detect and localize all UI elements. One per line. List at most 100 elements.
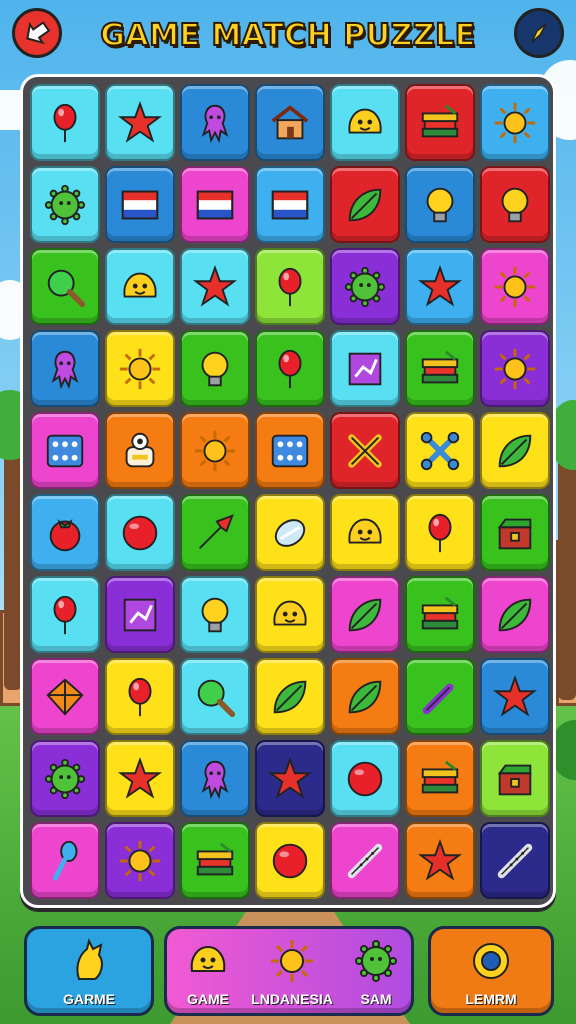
tile-ball[interactable] xyxy=(105,494,175,571)
tile-leaf[interactable] xyxy=(330,576,400,653)
magnifier-icon xyxy=(47,269,86,307)
tile-blob[interactable] xyxy=(105,248,175,325)
balloon-icon xyxy=(53,103,77,142)
squid-icon xyxy=(51,350,79,389)
tile-magnifier[interactable] xyxy=(30,248,100,325)
tile-dice[interactable] xyxy=(255,412,325,489)
robot-icon xyxy=(125,432,155,467)
tile-arrow[interactable] xyxy=(180,494,250,571)
arrow-icon xyxy=(198,513,234,549)
tile-books[interactable] xyxy=(405,740,475,817)
tile-cross[interactable] xyxy=(330,412,400,489)
germ-icon xyxy=(344,266,386,307)
tile-balloon[interactable] xyxy=(30,84,100,161)
tile-flag[interactable] xyxy=(180,166,250,243)
tile-ball[interactable] xyxy=(330,740,400,817)
tile-bulb[interactable] xyxy=(180,576,250,653)
tile-flag[interactable] xyxy=(255,166,325,243)
tomato-icon xyxy=(49,518,81,551)
tile-star[interactable] xyxy=(405,248,475,325)
tile-star[interactable] xyxy=(105,84,175,161)
bottom-item[interactable]: GAME xyxy=(173,937,243,1007)
house-icon xyxy=(271,104,309,139)
bottom-button-middle[interactable]: GAME LNDANESIA SAM xyxy=(164,926,414,1016)
tile-leaf[interactable] xyxy=(330,166,400,243)
tile-books[interactable] xyxy=(405,576,475,653)
tile-sun[interactable] xyxy=(480,330,550,407)
bulb-icon xyxy=(201,351,229,386)
tile-star[interactable] xyxy=(405,822,475,899)
tile-robot[interactable] xyxy=(105,412,175,489)
germ-icon xyxy=(352,937,400,989)
tile-blob[interactable] xyxy=(330,494,400,571)
germ-icon xyxy=(44,184,86,225)
tile-bulb[interactable] xyxy=(480,166,550,243)
tile-sun[interactable] xyxy=(105,330,175,407)
tile-map[interactable] xyxy=(105,576,175,653)
tile-balloon[interactable] xyxy=(30,576,100,653)
bottom-button-left[interactable]: GARME xyxy=(24,926,154,1016)
tile-sun[interactable] xyxy=(180,412,250,489)
tile-leaf[interactable] xyxy=(330,658,400,735)
claw-icon xyxy=(65,937,113,989)
flag-icon xyxy=(271,190,309,219)
tile-star[interactable] xyxy=(105,740,175,817)
back-button[interactable] xyxy=(12,8,62,58)
tile-sun[interactable] xyxy=(480,84,550,161)
tile-books[interactable] xyxy=(180,822,250,899)
bottom-button-right[interactable]: LEMRM xyxy=(428,926,554,1016)
tile-bulb[interactable] xyxy=(180,330,250,407)
tile-leaf[interactable] xyxy=(480,412,550,489)
dice-icon xyxy=(271,434,309,467)
tile-kite[interactable] xyxy=(30,658,100,735)
tile-blob[interactable] xyxy=(330,84,400,161)
tile-grid xyxy=(30,84,550,899)
bottom-item[interactable]: SAM xyxy=(341,937,411,1007)
tile-house[interactable] xyxy=(255,84,325,161)
tile-blob[interactable] xyxy=(255,576,325,653)
flag-icon xyxy=(196,190,234,219)
star-icon xyxy=(417,838,463,881)
tile-bulb[interactable] xyxy=(405,166,475,243)
tile-dice[interactable] xyxy=(30,412,100,489)
tile-ball[interactable] xyxy=(255,822,325,899)
bulb-icon xyxy=(501,187,529,222)
tile-magnifier[interactable] xyxy=(180,658,250,735)
tile-books[interactable] xyxy=(405,84,475,161)
tile-germ[interactable] xyxy=(30,166,100,243)
tile-sun[interactable] xyxy=(105,822,175,899)
tile-flag[interactable] xyxy=(105,166,175,243)
tile-balloon[interactable] xyxy=(255,248,325,325)
tile-balloon[interactable] xyxy=(255,330,325,407)
tile-leaf[interactable] xyxy=(255,658,325,735)
tile-germ[interactable] xyxy=(30,740,100,817)
tile-sun[interactable] xyxy=(480,248,550,325)
germ-icon xyxy=(355,940,397,982)
tile-books[interactable] xyxy=(405,330,475,407)
leaf-icon xyxy=(348,680,382,713)
tile-spoon[interactable] xyxy=(30,822,100,899)
tile-germ[interactable] xyxy=(330,248,400,325)
tile-tomato[interactable] xyxy=(30,494,100,571)
chest-icon xyxy=(497,764,532,795)
tile-chest[interactable] xyxy=(480,740,550,817)
tile-star[interactable] xyxy=(480,658,550,735)
tile-leaf[interactable] xyxy=(480,576,550,653)
settings-button[interactable] xyxy=(514,8,564,58)
tile-map[interactable] xyxy=(330,330,400,407)
tile-chest[interactable] xyxy=(480,494,550,571)
tile-squid[interactable] xyxy=(180,84,250,161)
tile-star[interactable] xyxy=(180,248,250,325)
tile-flute[interactable] xyxy=(330,822,400,899)
tile-balloon[interactable] xyxy=(105,658,175,735)
bottom-item[interactable]: LNDANESIA xyxy=(247,937,337,1007)
tile-gem[interactable] xyxy=(255,494,325,571)
tile-flute[interactable] xyxy=(480,822,550,899)
tile-balloon[interactable] xyxy=(405,494,475,571)
tile-squid[interactable] xyxy=(180,740,250,817)
tile-squid[interactable] xyxy=(30,330,100,407)
tile-star[interactable] xyxy=(255,740,325,817)
tile-bone[interactable] xyxy=(405,412,475,489)
tile-bat[interactable] xyxy=(405,658,475,735)
sun-icon xyxy=(194,430,236,471)
